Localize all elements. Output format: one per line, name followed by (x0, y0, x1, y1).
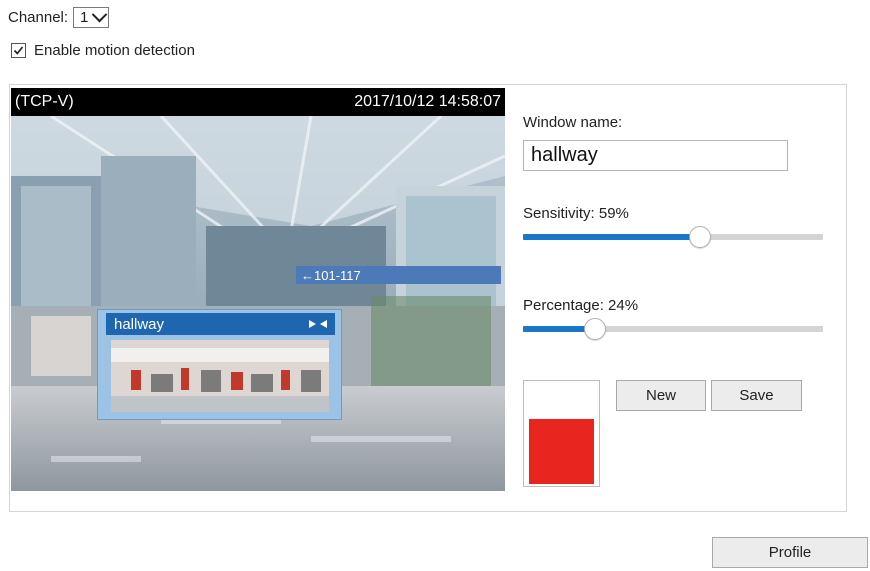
video-timestamp: 2017/10/12 14:58:07 (354, 93, 501, 110)
check-icon (13, 46, 24, 55)
color-swatch (529, 419, 594, 484)
motion-window-name: hallway (114, 315, 165, 333)
percentage-slider[interactable] (523, 317, 823, 341)
window-name-input[interactable] (523, 140, 788, 171)
percentage-label: Percentage: 24% (523, 297, 639, 314)
scene-sign-text: ←101-117 (301, 268, 361, 283)
new-window-button[interactable]: New (616, 380, 706, 411)
channel-row: Channel: 1 (8, 6, 110, 28)
video-overlay-bar: (TCP-V) 2017/10/12 14:58:07 (11, 88, 505, 116)
channel-label: Channel: (8, 9, 69, 26)
motion-window[interactable]: hallway (97, 309, 342, 420)
motion-window-header[interactable]: hallway (106, 313, 335, 335)
chevron-down-icon (92, 6, 108, 23)
close-x-icon[interactable] (307, 318, 329, 330)
sensitivity-slider-thumb[interactable] (689, 226, 711, 248)
sensitivity-label: Sensitivity: 59% (523, 205, 629, 222)
save-button[interactable]: Save (711, 380, 802, 411)
percentage-slider-thumb[interactable] (584, 318, 606, 340)
window-name-label: Window name: (523, 114, 623, 131)
motion-window-scene (111, 340, 329, 412)
motion-window-region (111, 340, 329, 412)
enable-motion-row: Enable motion detection (11, 42, 195, 59)
camera-scene-image: ←101-117 (11, 116, 505, 491)
channel-select[interactable]: 1 (73, 6, 110, 28)
window-color-preview[interactable] (523, 380, 600, 487)
sensitivity-slider[interactable] (523, 225, 823, 249)
sensitivity-fill (523, 234, 700, 240)
profile-button[interactable]: Profile (712, 537, 868, 568)
channel-value: 1 (80, 9, 89, 26)
enable-motion-checkbox[interactable] (11, 43, 26, 58)
stream-protocol-label: (TCP-V) (15, 93, 74, 110)
video-preview[interactable]: (TCP-V) 2017/10/12 14:58:07 ←101-117 (11, 88, 505, 491)
enable-motion-label: Enable motion detection (34, 42, 195, 59)
